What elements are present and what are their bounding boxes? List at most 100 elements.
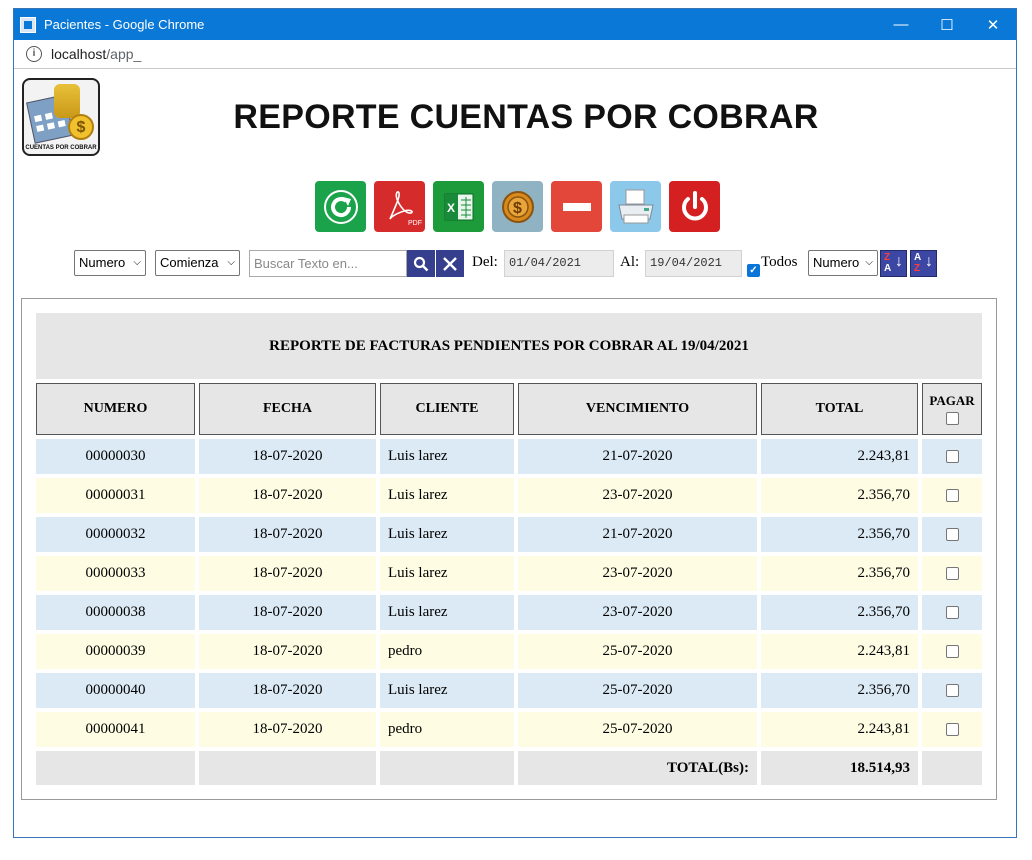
arrow-down-icon: ↓: [925, 253, 933, 270]
print-button[interactable]: [610, 181, 661, 232]
table-cell-vencimiento: 21-07-2020: [518, 517, 757, 552]
col-header-pagar: PAGAR: [922, 383, 982, 435]
close-icon: [443, 256, 457, 271]
from-label: Del:: [472, 254, 498, 270]
table-cell-numero: 00000033: [36, 556, 195, 591]
sort-select-value: Numero: [813, 255, 860, 270]
logo-caption: CUENTAS POR COBRAR: [25, 145, 97, 151]
remove-button[interactable]: [551, 181, 602, 232]
sort-desc-button[interactable]: Z A ↓: [880, 250, 907, 277]
power-icon: [681, 190, 708, 220]
pay-row-checkbox[interactable]: [945, 645, 959, 658]
chevron-down-icon: ⌵: [227, 257, 235, 268]
pay-row-checkbox[interactable]: [945, 567, 959, 580]
table-cell-pagar: [922, 673, 982, 708]
address-bar[interactable]: i localhost/app_: [14, 40, 1016, 69]
col-header-vencimiento[interactable]: VENCIMIENTO: [518, 383, 757, 435]
table-cell-pagar: [922, 439, 982, 474]
col-header-pagar-label: PAGAR: [929, 393, 975, 408]
select-all-checkbox[interactable]: [945, 412, 959, 425]
maximize-button[interactable]: ☐: [924, 9, 970, 40]
table-cell-fecha: 18-07-2020: [199, 556, 376, 591]
footer-cell-empty: [199, 751, 376, 785]
col-header-cliente[interactable]: CLIENTE: [380, 383, 514, 435]
search-icon: [413, 256, 429, 271]
table-cell-vencimiento: 23-07-2020: [518, 478, 757, 513]
total-label: TOTAL(Bs):: [518, 751, 757, 785]
coin-symbol: $: [513, 200, 522, 217]
table-cell-cliente: pedro: [380, 712, 514, 747]
all-label: Todos: [761, 254, 798, 270]
refresh-button[interactable]: [315, 181, 366, 232]
arrow-down-icon: ↓: [895, 253, 903, 270]
table-cell-pagar: [922, 712, 982, 747]
excel-button[interactable]: X: [433, 181, 484, 232]
search-button[interactable]: [407, 250, 435, 277]
pdf-label: PDF: [408, 220, 422, 227]
excel-icon: X: [444, 193, 473, 220]
col-header-total[interactable]: TOTAL: [761, 383, 918, 435]
pay-row-checkbox[interactable]: [945, 450, 959, 463]
close-window-button[interactable]: ✕: [970, 9, 1016, 40]
clear-search-button[interactable]: [436, 250, 464, 277]
refresh-icon: [323, 189, 358, 224]
pdf-button[interactable]: PDF: [374, 181, 425, 232]
table-cell-vencimiento: 25-07-2020: [518, 712, 757, 747]
page-title: REPORTE CUENTAS POR COBRAR: [233, 98, 819, 136]
field-select[interactable]: Numero ⌵: [74, 250, 146, 276]
table-cell-pagar: [922, 634, 982, 669]
pay-row-checkbox[interactable]: [945, 528, 959, 541]
table-cell-cliente: Luis larez: [380, 595, 514, 630]
all-checkbox[interactable]: ✓: [747, 264, 760, 277]
table-cell-cliente: Luis larez: [380, 517, 514, 552]
search-input[interactable]: Buscar Texto en...: [249, 250, 407, 277]
coin-stack-icon: [54, 84, 80, 118]
field-select-value: Numero: [79, 255, 126, 270]
url-host: localhost: [51, 46, 107, 62]
pay-row-checkbox[interactable]: [945, 489, 959, 502]
table-cell-pagar: [922, 478, 982, 513]
table-cell-cliente: Luis larez: [380, 478, 514, 513]
table-cell-numero: 00000031: [36, 478, 195, 513]
url-path: /app_: [106, 46, 142, 62]
from-date-input[interactable]: 01/04/2021: [504, 250, 614, 277]
table-cell-cliente: Luis larez: [380, 556, 514, 591]
col-header-numero[interactable]: NUMERO: [36, 383, 195, 435]
table-cell-vencimiento: 23-07-2020: [518, 556, 757, 591]
info-icon[interactable]: i: [26, 46, 42, 62]
table-cell-vencimiento: 25-07-2020: [518, 634, 757, 669]
chevron-down-icon: ⌵: [133, 257, 141, 268]
pdf-icon: PDF: [388, 190, 422, 227]
pay-row-checkbox[interactable]: [945, 606, 959, 619]
table-cell-total: 2.243,81: [761, 712, 918, 747]
pay-row-checkbox[interactable]: [945, 684, 959, 697]
title-bar[interactable]: Pacientes - Google Chrome — ☐ ✕: [14, 9, 1016, 40]
pay-button[interactable]: $: [492, 181, 543, 232]
sort-asc-button[interactable]: A Z ↓: [910, 250, 937, 277]
table-cell-cliente: Luis larez: [380, 439, 514, 474]
mode-select[interactable]: Comienza ⌵: [155, 250, 240, 276]
table-cell-fecha: 18-07-2020: [199, 439, 376, 474]
table-cell-total: 2.356,70: [761, 478, 918, 513]
to-date-input[interactable]: 19/04/2021: [645, 250, 742, 277]
toolbar: PDF X $: [315, 181, 720, 232]
table-cell-numero: 00000032: [36, 517, 195, 552]
table-cell-pagar: [922, 595, 982, 630]
sort-select[interactable]: Numero ⌵: [808, 250, 878, 276]
report-title: REPORTE DE FACTURAS PENDIENTES POR COBRA…: [36, 313, 982, 379]
col-header-fecha[interactable]: FECHA: [199, 383, 376, 435]
table-cell-total: 2.356,70: [761, 595, 918, 630]
coin-icon: $: [501, 190, 534, 223]
footer-cell-empty: [36, 751, 195, 785]
table-cell-fecha: 18-07-2020: [199, 634, 376, 669]
app-logo: $ CUENTAS POR COBRAR: [22, 78, 100, 156]
app-icon: [20, 16, 36, 33]
table-cell-fecha: 18-07-2020: [199, 673, 376, 708]
minimize-button[interactable]: —: [878, 9, 924, 40]
total-value: 18.514,93: [761, 751, 918, 785]
exit-button[interactable]: [669, 181, 720, 232]
table-cell-vencimiento: 25-07-2020: [518, 673, 757, 708]
footer-cell-empty: [922, 751, 982, 785]
table-cell-cliente: Luis larez: [380, 673, 514, 708]
pay-row-checkbox[interactable]: [945, 723, 959, 736]
